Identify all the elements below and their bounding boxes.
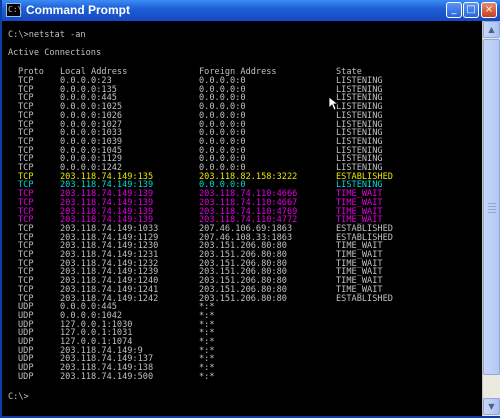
connection-proto: UDP (18, 371, 34, 382)
command-prompt[interactable]: C:\> (8, 392, 29, 402)
console-icon[interactable]: C:\ (6, 3, 23, 17)
scroll-up-arrow-icon[interactable]: ▲ (483, 21, 500, 38)
section-title: Active Connections (8, 48, 102, 58)
connection-row: UDP 203.118.74.149:500 *:* (8, 372, 478, 382)
window-title: Command Prompt (26, 3, 131, 17)
command-line: C:\>netstat -an (8, 30, 86, 40)
console-output[interactable]: C:\>netstat -an Active Connections Proto… (4, 21, 482, 416)
maximize-button[interactable]: □ (463, 2, 479, 18)
scrollbar-thumb[interactable] (483, 39, 500, 375)
mouse-pointer-icon (329, 97, 339, 111)
command-prompt-window: C:\ Command Prompt _ □ × C:\>netstat -an… (0, 0, 500, 418)
scroll-down-arrow-icon[interactable]: ▼ (483, 398, 500, 415)
minimize-button[interactable]: _ (446, 2, 462, 18)
close-button[interactable]: × (481, 2, 497, 18)
connection-foreign-address: *:* (199, 371, 215, 382)
console-icon-label: C:\ (8, 5, 23, 14)
title-bar[interactable]: C:\ Command Prompt _ □ × (2, 0, 500, 21)
vertical-scrollbar[interactable]: ▲ ▼ (482, 21, 500, 416)
connection-local-address: 203.118.74.149:500 (60, 371, 154, 382)
